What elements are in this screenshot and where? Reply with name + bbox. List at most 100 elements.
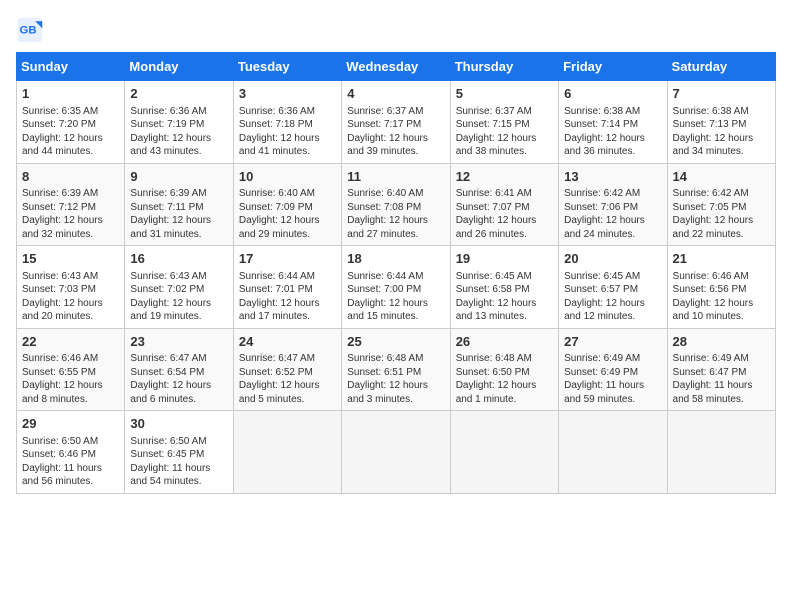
- calendar-header-sunday: Sunday: [17, 53, 125, 81]
- day-info: Sunrise: 6:40 AM Sunset: 7:09 PM Dayligh…: [239, 187, 336, 241]
- calendar-cell: 4 Sunrise: 6:37 AM Sunset: 7:17 PM Daylig…: [342, 81, 450, 164]
- day-info: Sunrise: 6:46 AM Sunset: 6:56 PM Dayligh…: [673, 270, 770, 324]
- day-number: 19: [456, 250, 553, 268]
- day-number: 21: [673, 250, 770, 268]
- day-info: Sunrise: 6:48 AM Sunset: 6:51 PM Dayligh…: [347, 352, 444, 406]
- calendar-week-row: 8Sunrise: 6:39 AM Sunset: 7:12 PM Daylig…: [17, 163, 776, 246]
- day-number: 11: [347, 168, 444, 186]
- calendar-cell: 8Sunrise: 6:39 AM Sunset: 7:12 PM Daylig…: [17, 163, 125, 246]
- calendar-cell: 14Sunrise: 6:42 AM Sunset: 7:05 PM Dayli…: [667, 163, 775, 246]
- day-number: 13: [564, 168, 661, 186]
- calendar-header-row: SundayMondayTuesdayWednesdayThursdayFrid…: [17, 53, 776, 81]
- calendar: SundayMondayTuesdayWednesdayThursdayFrid…: [16, 52, 776, 494]
- day-info: Sunrise: 6:35 AM Sunset: 7:20 PM Dayligh…: [22, 105, 119, 159]
- day-number: 5: [456, 85, 553, 103]
- calendar-cell: 7 Sunrise: 6:38 AM Sunset: 7:13 PM Daylig…: [667, 81, 775, 164]
- calendar-cell: 17 Sunrise: 6:44 AM Sunset: 7:01 PM Dayli…: [233, 246, 341, 329]
- day-number: 29: [22, 415, 119, 433]
- day-info: Sunrise: 6:44 AM Sunset: 7:01 PM Dayligh…: [239, 270, 336, 324]
- calendar-cell: 12Sunrise: 6:41 AM Sunset: 7:07 PM Dayli…: [450, 163, 558, 246]
- calendar-cell: 15 Sunrise: 6:43 AM Sunset: 7:03 PM Dayli…: [17, 246, 125, 329]
- day-number: 14: [673, 168, 770, 186]
- day-info: Sunrise: 6:45 AM Sunset: 6:57 PM Dayligh…: [564, 270, 661, 324]
- calendar-header-wednesday: Wednesday: [342, 53, 450, 81]
- day-number: 16: [130, 250, 227, 268]
- calendar-cell: 6 Sunrise: 6:38 AM Sunset: 7:14 PM Daylig…: [559, 81, 667, 164]
- day-number: 24: [239, 333, 336, 351]
- day-number: 7: [673, 85, 770, 103]
- logo-icon: GB: [16, 16, 44, 44]
- day-number: 6: [564, 85, 661, 103]
- day-number: 22: [22, 333, 119, 351]
- day-info: Sunrise: 6:44 AM Sunset: 7:00 PM Dayligh…: [347, 270, 444, 324]
- day-info: Sunrise: 6:49 AM Sunset: 6:47 PM Dayligh…: [673, 352, 770, 406]
- day-number: 17: [239, 250, 336, 268]
- calendar-header-monday: Monday: [125, 53, 233, 81]
- day-number: 3: [239, 85, 336, 103]
- calendar-header-tuesday: Tuesday: [233, 53, 341, 81]
- day-info: Sunrise: 6:39 AM Sunset: 7:12 PM Dayligh…: [22, 187, 119, 241]
- calendar-cell: [559, 411, 667, 494]
- day-info: Sunrise: 6:45 AM Sunset: 6:58 PM Dayligh…: [456, 270, 553, 324]
- day-number: 30: [130, 415, 227, 433]
- day-number: 2: [130, 85, 227, 103]
- day-number: 8: [22, 168, 119, 186]
- day-number: 20: [564, 250, 661, 268]
- calendar-cell: 3 Sunrise: 6:36 AM Sunset: 7:18 PM Daylig…: [233, 81, 341, 164]
- day-number: 4: [347, 85, 444, 103]
- calendar-cell: 27Sunrise: 6:49 AM Sunset: 6:49 PM Dayli…: [559, 328, 667, 411]
- day-info: Sunrise: 6:37 AM Sunset: 7:15 PM Dayligh…: [456, 105, 553, 159]
- calendar-week-row: 15 Sunrise: 6:43 AM Sunset: 7:03 PM Dayli…: [17, 246, 776, 329]
- day-info: Sunrise: 6:36 AM Sunset: 7:18 PM Dayligh…: [239, 105, 336, 159]
- calendar-cell: 28Sunrise: 6:49 AM Sunset: 6:47 PM Dayli…: [667, 328, 775, 411]
- day-info: Sunrise: 6:42 AM Sunset: 7:05 PM Dayligh…: [673, 187, 770, 241]
- day-info: Sunrise: 6:49 AM Sunset: 6:49 PM Dayligh…: [564, 352, 661, 406]
- calendar-week-row: 29 Sunrise: 6:50 AM Sunset: 6:46 PM Dayli…: [17, 411, 776, 494]
- page-header: GB: [16, 16, 776, 44]
- calendar-cell: 24Sunrise: 6:47 AM Sunset: 6:52 PM Dayli…: [233, 328, 341, 411]
- day-number: 28: [673, 333, 770, 351]
- day-info: Sunrise: 6:39 AM Sunset: 7:11 PM Dayligh…: [130, 187, 227, 241]
- calendar-cell: 19 Sunrise: 6:45 AM Sunset: 6:58 PM Dayli…: [450, 246, 558, 329]
- day-info: Sunrise: 6:42 AM Sunset: 7:06 PM Dayligh…: [564, 187, 661, 241]
- calendar-cell: 1 Sunrise: 6:35 AM Sunset: 7:20 PM Daylig…: [17, 81, 125, 164]
- calendar-cell: [233, 411, 341, 494]
- calendar-header-friday: Friday: [559, 53, 667, 81]
- calendar-cell: [450, 411, 558, 494]
- day-number: 9: [130, 168, 227, 186]
- day-info: Sunrise: 6:41 AM Sunset: 7:07 PM Dayligh…: [456, 187, 553, 241]
- day-info: Sunrise: 6:50 AM Sunset: 6:46 PM Dayligh…: [22, 435, 119, 489]
- calendar-header-saturday: Saturday: [667, 53, 775, 81]
- calendar-cell: 10Sunrise: 6:40 AM Sunset: 7:09 PM Dayli…: [233, 163, 341, 246]
- day-info: Sunrise: 6:50 AM Sunset: 6:45 PM Dayligh…: [130, 435, 227, 489]
- day-info: Sunrise: 6:37 AM Sunset: 7:17 PM Dayligh…: [347, 105, 444, 159]
- calendar-cell: 30 Sunrise: 6:50 AM Sunset: 6:45 PM Dayli…: [125, 411, 233, 494]
- day-number: 25: [347, 333, 444, 351]
- day-info: Sunrise: 6:40 AM Sunset: 7:08 PM Dayligh…: [347, 187, 444, 241]
- day-number: 1: [22, 85, 119, 103]
- day-info: Sunrise: 6:47 AM Sunset: 6:54 PM Dayligh…: [130, 352, 227, 406]
- calendar-cell: 11Sunrise: 6:40 AM Sunset: 7:08 PM Dayli…: [342, 163, 450, 246]
- day-info: Sunrise: 6:43 AM Sunset: 7:02 PM Dayligh…: [130, 270, 227, 324]
- day-info: Sunrise: 6:47 AM Sunset: 6:52 PM Dayligh…: [239, 352, 336, 406]
- calendar-cell: 13Sunrise: 6:42 AM Sunset: 7:06 PM Dayli…: [559, 163, 667, 246]
- calendar-week-row: 1 Sunrise: 6:35 AM Sunset: 7:20 PM Daylig…: [17, 81, 776, 164]
- day-info: Sunrise: 6:38 AM Sunset: 7:13 PM Dayligh…: [673, 105, 770, 159]
- day-info: Sunrise: 6:48 AM Sunset: 6:50 PM Dayligh…: [456, 352, 553, 406]
- day-info: Sunrise: 6:43 AM Sunset: 7:03 PM Dayligh…: [22, 270, 119, 324]
- day-number: 18: [347, 250, 444, 268]
- day-number: 26: [456, 333, 553, 351]
- calendar-cell: 2 Sunrise: 6:36 AM Sunset: 7:19 PM Daylig…: [125, 81, 233, 164]
- day-info: Sunrise: 6:36 AM Sunset: 7:19 PM Dayligh…: [130, 105, 227, 159]
- calendar-cell: 20 Sunrise: 6:45 AM Sunset: 6:57 PM Dayli…: [559, 246, 667, 329]
- day-number: 15: [22, 250, 119, 268]
- calendar-cell: 18 Sunrise: 6:44 AM Sunset: 7:00 PM Dayli…: [342, 246, 450, 329]
- day-number: 27: [564, 333, 661, 351]
- day-info: Sunrise: 6:38 AM Sunset: 7:14 PM Dayligh…: [564, 105, 661, 159]
- calendar-cell: [667, 411, 775, 494]
- calendar-cell: 5 Sunrise: 6:37 AM Sunset: 7:15 PM Daylig…: [450, 81, 558, 164]
- day-number: 10: [239, 168, 336, 186]
- calendar-cell: 22Sunrise: 6:46 AM Sunset: 6:55 PM Dayli…: [17, 328, 125, 411]
- svg-text:GB: GB: [20, 25, 37, 37]
- calendar-cell: 9Sunrise: 6:39 AM Sunset: 7:11 PM Daylig…: [125, 163, 233, 246]
